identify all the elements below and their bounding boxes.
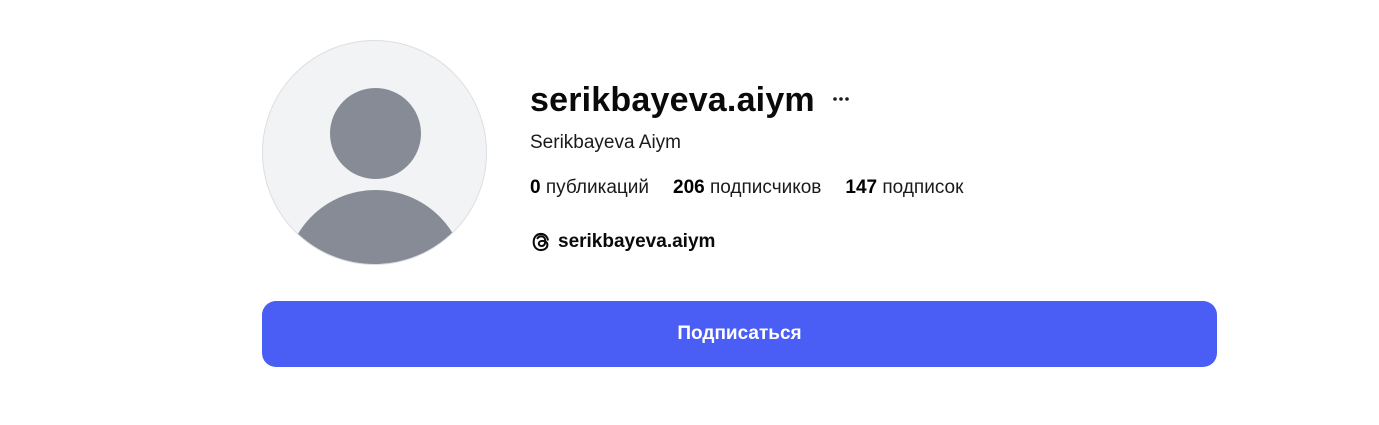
avatar[interactable] — [262, 40, 487, 265]
following-count: 147 — [845, 177, 878, 198]
followers-count: 206 — [673, 177, 705, 198]
posts-label: публикаций — [545, 177, 649, 198]
more-options-icon[interactable] — [831, 89, 851, 109]
following-label: подписок — [882, 177, 964, 198]
full-name: Serikbayeva Aiym — [530, 132, 682, 153]
followers-label: подписчиков — [709, 177, 822, 198]
followers-stat[interactable]: 206 подписчиков — [673, 177, 821, 199]
avatar-body-shape — [285, 190, 466, 264]
username-row: serikbayeva.aiym — [530, 80, 851, 120]
profile-stats: 0 публикаций 206 подписчиков 147 подписо… — [530, 177, 987, 199]
follow-button[interactable]: Подписаться — [262, 301, 1217, 367]
username: serikbayeva.aiym — [530, 80, 815, 119]
posts-stat: 0 публикаций — [530, 177, 649, 199]
more-horizontal-icon — [833, 97, 849, 101]
following-stat[interactable]: 147 подписок — [845, 177, 963, 199]
avatar-head-shape — [330, 88, 421, 179]
threads-handle: serikbayeva.aiym — [558, 231, 716, 252]
posts-count: 0 — [530, 177, 541, 198]
threads-link[interactable]: serikbayeva.aiym — [530, 231, 715, 253]
threads-icon — [530, 231, 552, 253]
